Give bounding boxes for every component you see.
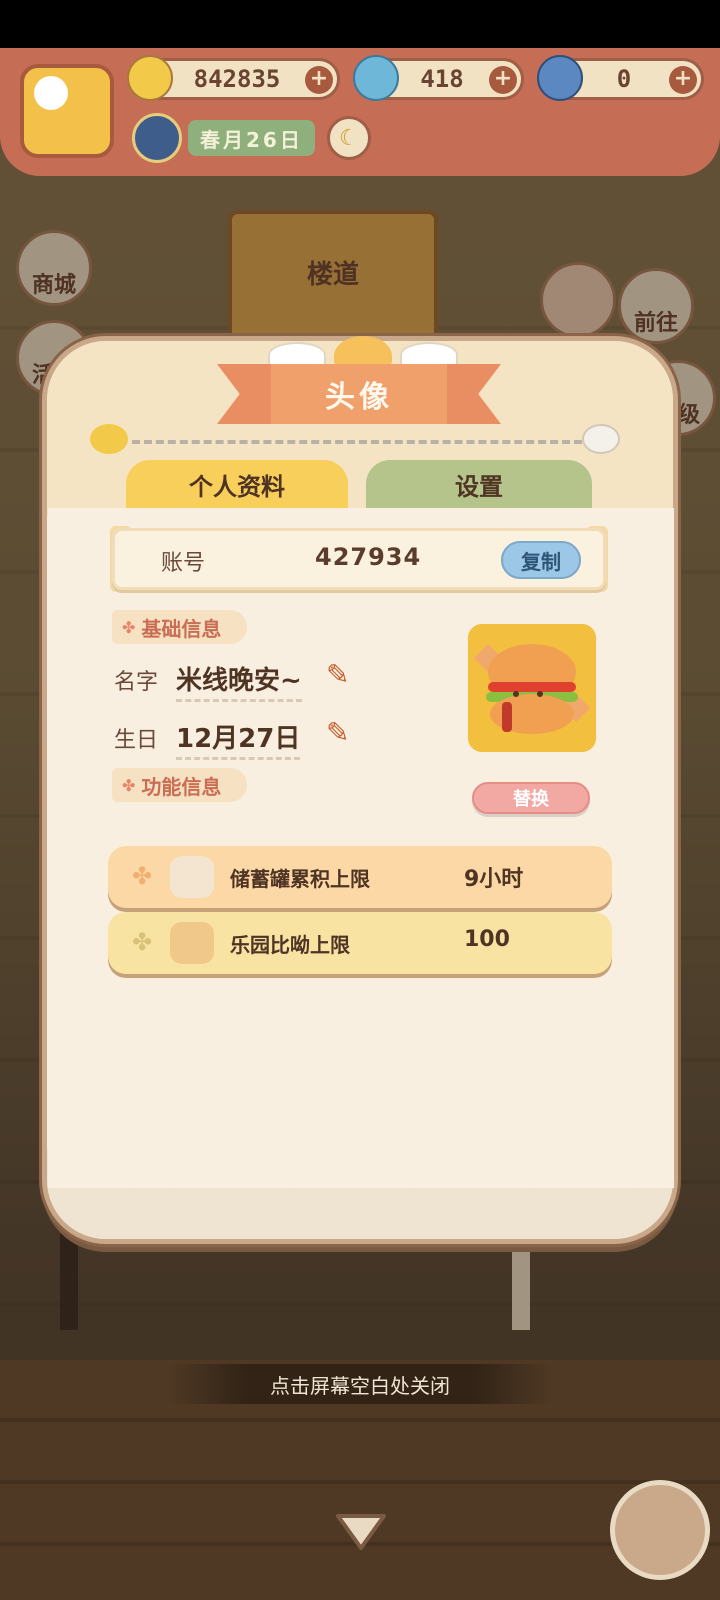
copy-button[interactable]: 复制 (501, 541, 581, 579)
account-id: 427934 (315, 543, 422, 571)
close-hint: 点击屏幕空白处关闭 (170, 1364, 550, 1404)
profile-avatar[interactable] (468, 624, 596, 752)
down-arrow-icon[interactable] (334, 1510, 388, 1554)
replace-avatar-button[interactable]: 替换 (472, 782, 590, 814)
yarn-ball-icon[interactable] (610, 1480, 710, 1580)
moon-season-icon (132, 113, 182, 163)
divider (132, 440, 582, 444)
title-ribbon: 头像 (217, 364, 501, 424)
basic-info-header: ✤ 基础信息 (112, 610, 248, 644)
add-gems-button[interactable]: + (489, 66, 517, 94)
avatar-indicator (34, 76, 68, 110)
cloud-cat-icon (582, 424, 620, 454)
info-row-label: 储蓄罐累积上限 (230, 867, 370, 891)
birthday-label: 生日 (114, 728, 159, 753)
burger-avatar-icon (468, 624, 596, 752)
piggy-bank-icon (170, 856, 214, 898)
tab-profile[interactable]: 个人资料 (126, 460, 348, 508)
add-tickets-button[interactable]: + (669, 66, 697, 94)
info-row-label: 乐园比呦上限 (230, 933, 350, 957)
gem-value: 418 (420, 65, 464, 93)
coin-value: 842835 (193, 65, 281, 93)
coin-counter: 842835 + (127, 55, 340, 101)
banana-coin-icon (127, 55, 173, 101)
hamster-icon (170, 922, 214, 964)
add-coins-button[interactable]: + (305, 66, 333, 94)
info-row-piggy-bank-limit: ✤ 储蓄罐累积上限 9小时 (108, 846, 612, 908)
edit-name-pencil-icon[interactable]: ✎ (326, 658, 360, 692)
crescent-moon-icon[interactable]: ☾ (326, 116, 371, 160)
info-row-park-limit: ✤ 乐园比呦上限 100 (108, 912, 612, 974)
lemon-icon (90, 424, 128, 454)
clover-icon: ✤ (132, 928, 153, 956)
gem-counter: 418 + (353, 55, 524, 101)
tab-settings[interactable]: 设置 (366, 460, 592, 508)
system-status-bar (0, 0, 720, 48)
date-badge: 春月26日 (188, 120, 315, 156)
modal-title: 头像 (271, 364, 447, 424)
player-avatar[interactable] (20, 64, 114, 158)
ticket-counter: 0 + (537, 55, 704, 101)
account-label: 账号 (161, 551, 206, 576)
edit-birthday-pencil-icon[interactable]: ✎ (326, 716, 360, 750)
blue-flame-icon (353, 55, 399, 101)
name-value: 米线晚安~ (176, 660, 302, 702)
name-label: 名字 (114, 670, 159, 695)
blue-banana-icon (537, 55, 583, 101)
clover-icon: ✤ (122, 617, 136, 637)
calendar: 春月26日 ☾ (132, 113, 371, 163)
function-info-header: ✤ 功能信息 (112, 768, 248, 802)
info-row-value: 100 (464, 927, 510, 952)
account-bar: 账号 427934 复制 (112, 528, 606, 590)
ticket-value: 0 (616, 65, 632, 93)
birthday-value: 12月27日 (176, 718, 301, 760)
info-row-value: 9小时 (464, 867, 524, 892)
clover-icon: ✤ (122, 775, 136, 795)
clover-icon: ✤ (132, 862, 153, 890)
